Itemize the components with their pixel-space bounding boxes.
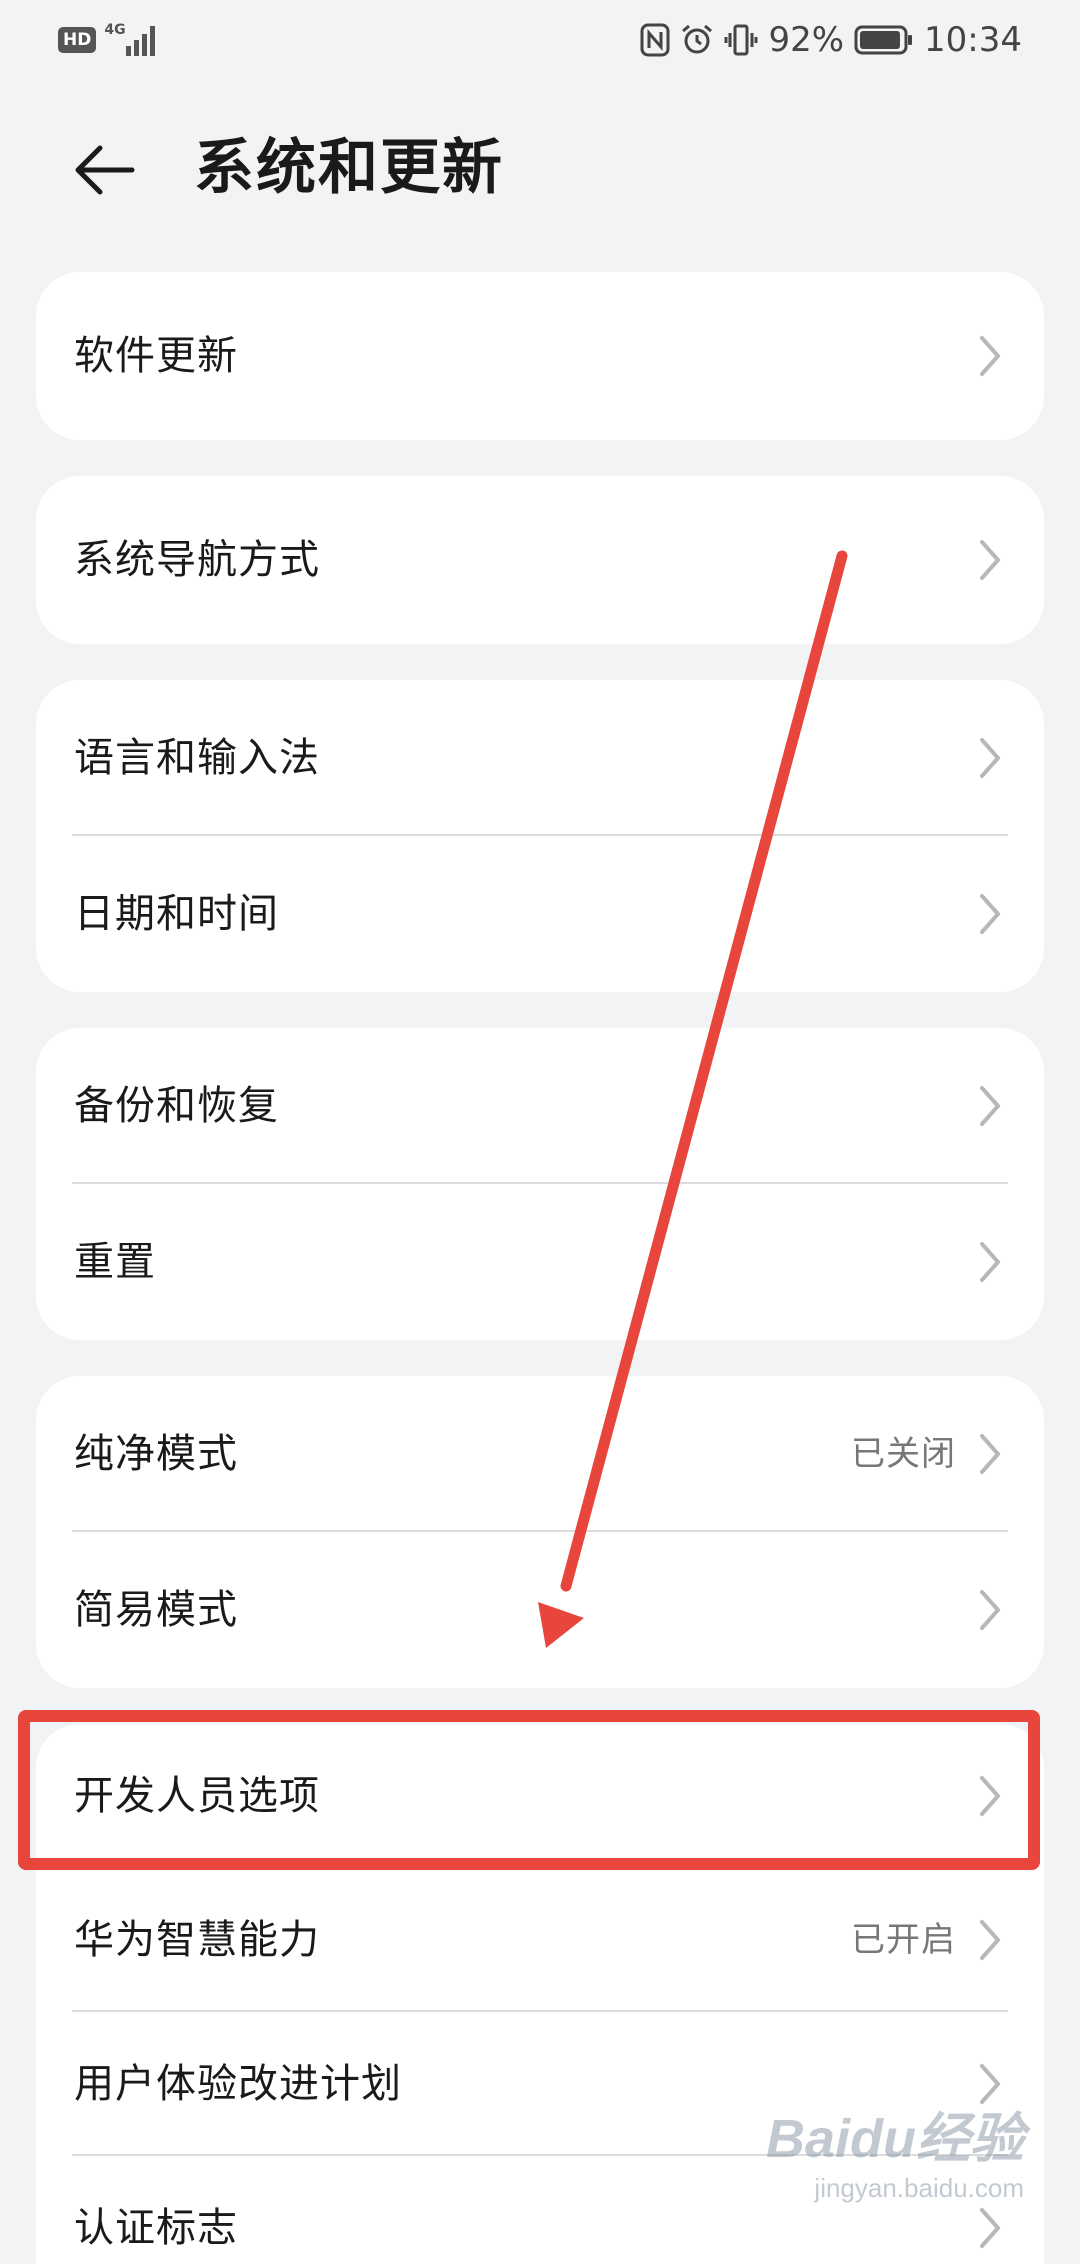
clock: 10:34 — [924, 20, 1022, 60]
item-status: 已关闭 — [851, 1434, 956, 1474]
item-label: 备份和恢复 — [74, 1083, 279, 1129]
settings-group-2: 系统导航方式 — [36, 476, 1044, 644]
battery-icon — [854, 25, 913, 55]
item-status: 已开启 — [851, 1920, 956, 1960]
chevron-right-icon — [980, 1590, 1000, 1630]
settings-item-simple-mode[interactable]: 简易模式 — [36, 1532, 1044, 1688]
settings-group-3: 语言和输入法 日期和时间 — [36, 680, 1044, 992]
settings-group-1: 软件更新 — [36, 272, 1044, 440]
chevron-right-icon — [980, 540, 1000, 580]
item-label: 认证标志 — [74, 2205, 238, 2251]
chevron-right-icon — [980, 1776, 1000, 1816]
chevron-right-icon — [980, 738, 1000, 778]
item-label: 纯净模式 — [74, 1431, 238, 1477]
nfc-icon — [640, 23, 670, 57]
settings-item-system-navigation[interactable]: 系统导航方式 — [36, 476, 1044, 644]
item-label: 开发人员选项 — [74, 1773, 320, 1819]
item-label: 语言和输入法 — [74, 735, 320, 781]
settings-item-language-input[interactable]: 语言和输入法 — [36, 680, 1044, 836]
page-header: 系统和更新 — [0, 110, 1080, 230]
settings-group-5: 纯净模式 已关闭 简易模式 — [36, 1376, 1044, 1688]
item-label: 简易模式 — [74, 1587, 238, 1633]
item-label: 用户体验改进计划 — [74, 2061, 402, 2107]
chevron-right-icon — [980, 1920, 1000, 1960]
watermark-url: jingyan.baidu.com — [814, 2173, 1024, 2203]
settings-item-backup-restore[interactable]: 备份和恢复 — [36, 1028, 1044, 1184]
item-label: 华为智慧能力 — [74, 1917, 320, 1963]
hd-badge: HD — [58, 27, 97, 53]
baidu-watermark: Baidu经验 jingyan.baidu.com — [766, 2094, 1024, 2204]
item-label: 软件更新 — [74, 333, 238, 379]
watermark-logo: Baidu经验 — [765, 2109, 1024, 2169]
settings-item-software-update[interactable]: 软件更新 — [36, 272, 1044, 440]
back-arrow-icon — [75, 145, 135, 195]
alarm-icon — [682, 24, 713, 54]
signal-icon: 4G — [104, 22, 162, 58]
chevron-right-icon — [980, 1434, 1000, 1474]
item-label: 系统导航方式 — [74, 537, 320, 583]
page-title: 系统和更新 — [194, 133, 504, 203]
item-label: 重置 — [74, 1239, 156, 1285]
chevron-right-icon — [980, 1242, 1000, 1282]
settings-item-developer-options[interactable]: 开发人员选项 — [36, 1724, 1044, 1868]
settings-item-reset[interactable]: 重置 — [36, 1184, 1044, 1340]
back-button[interactable] — [60, 126, 148, 214]
settings-group-4: 备份和恢复 重置 — [36, 1028, 1044, 1340]
chevron-right-icon — [980, 1086, 1000, 1126]
settings-item-pure-mode[interactable]: 纯净模式 已关闭 — [36, 1376, 1044, 1532]
settings-item-huawei-smart[interactable]: 华为智慧能力 已开启 — [36, 1868, 1044, 2012]
chevron-right-icon — [980, 2208, 1000, 2248]
item-label: 日期和时间 — [74, 891, 279, 937]
battery-percent: 92% — [768, 20, 845, 60]
chevron-right-icon — [980, 336, 1000, 376]
vibrate-icon — [724, 24, 758, 56]
settings-item-date-time[interactable]: 日期和时间 — [36, 836, 1044, 992]
status-bar: HD 4G 92% 10:34 — [0, 0, 1080, 84]
chevron-right-icon — [980, 894, 1000, 934]
